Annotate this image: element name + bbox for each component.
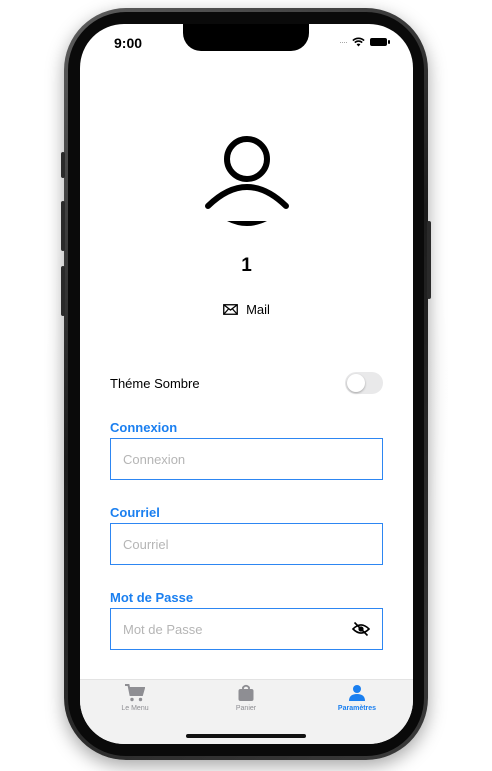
- volume-up-button: [61, 201, 65, 251]
- signal-icon: ····: [339, 37, 348, 47]
- battery-icon: [370, 38, 390, 46]
- tab-panier-label: Panier: [235, 705, 257, 712]
- mute-switch: [61, 152, 65, 178]
- toggle-knob: [347, 374, 365, 392]
- cart-icon: [125, 684, 145, 702]
- user-id: 1: [241, 255, 252, 276]
- email-input[interactable]: [111, 536, 382, 552]
- password-input[interactable]: [111, 621, 382, 637]
- login-label: Connexion: [110, 420, 178, 435]
- tab-bar: Le Menu Panier Paramètres: [80, 679, 413, 744]
- home-indicator: [186, 734, 306, 738]
- app-screen: 9:00 ···· 1 Mail Théme Sombre Connexion: [80, 24, 413, 744]
- password-field[interactable]: [110, 608, 383, 650]
- notch: [183, 24, 309, 51]
- mail-link[interactable]: Mail: [80, 302, 413, 317]
- status-time: 9:00: [114, 35, 143, 51]
- dark-theme-toggle[interactable]: [345, 372, 383, 394]
- power-button: [427, 221, 431, 299]
- tab-parametres-label: Paramètres: [337, 705, 377, 712]
- tab-le-menu-label: Le Menu: [121, 705, 149, 712]
- email-label: Courriel: [110, 505, 160, 520]
- user-avatar-icon: [205, 136, 289, 226]
- tab-panier[interactable]: Panier: [191, 684, 301, 712]
- password-label: Mot de Passe: [110, 590, 194, 605]
- login-field[interactable]: [110, 438, 383, 480]
- eye-slash-icon[interactable]: [352, 621, 370, 637]
- envelope-icon: [223, 304, 238, 315]
- mail-label: Mail: [246, 302, 270, 317]
- volume-down-button: [61, 266, 65, 316]
- dark-theme-label: Théme Sombre: [110, 375, 200, 391]
- person-icon: [349, 685, 365, 701]
- tab-parametres[interactable]: Paramètres: [302, 684, 412, 712]
- bag-icon: [238, 684, 254, 701]
- dark-theme-row: Théme Sombre: [110, 368, 383, 398]
- tab-le-menu[interactable]: Le Menu: [80, 684, 190, 712]
- wifi-icon: [352, 37, 365, 47]
- status-icons: ····: [339, 37, 390, 47]
- login-input[interactable]: [111, 451, 382, 467]
- email-field[interactable]: [110, 523, 383, 565]
